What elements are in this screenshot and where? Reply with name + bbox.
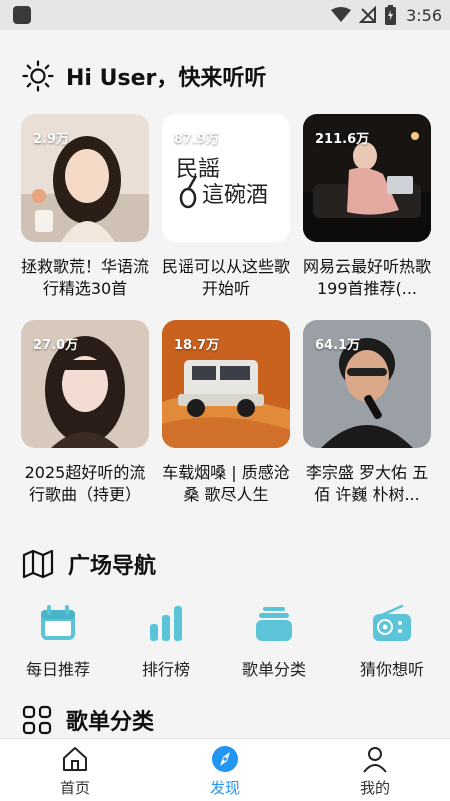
status-icons: 3:56 xyxy=(331,0,442,30)
tab-label: 首页 xyxy=(59,779,90,797)
category-header: 歌单分类 xyxy=(22,704,154,736)
tab-mine[interactable]: 我的 xyxy=(320,745,430,798)
playlist-title: 李宗盛 罗大佑 五佰 许巍 朴树... xyxy=(305,463,429,504)
home-icon xyxy=(63,747,87,771)
playlist-card[interactable]: 民謡 這碗酒 87.9万 民谣可以从这些歌开始听 xyxy=(162,114,290,300)
playlist-cover: 民謡 這碗酒 87.9万 xyxy=(162,114,290,242)
playlist-cover: 2.9万 xyxy=(21,114,149,242)
playlist-card[interactable]: 2.9万 拯救歌荒！华语流行精选30首 xyxy=(21,114,149,300)
calendar-icon xyxy=(41,605,75,640)
radio-icon xyxy=(373,604,411,641)
nav-label: 每日推荐 xyxy=(25,660,90,679)
playlist-title: 2025超好听的流行歌曲（持更） xyxy=(24,463,146,504)
playlist-card[interactable]: 211.6万 网易云最好听热歌199首推荐(... xyxy=(303,114,431,300)
playlist-card[interactable]: 18.7万 车载烟嗓 | 质感沧桑 歌尽人生 xyxy=(162,320,290,506)
tab-label: 我的 xyxy=(359,779,390,797)
playlist-card[interactable]: 64.1万 李宗盛 罗大佑 五佰 许巍 朴树... xyxy=(303,320,431,506)
playlist-cover: 18.7万 xyxy=(162,320,290,448)
tab-label: 发现 xyxy=(209,779,240,797)
bottom-tab-bar: 首页 发现 我的 xyxy=(0,738,450,801)
user-icon xyxy=(363,747,387,773)
square-nav: 每日推荐 排行榜 歌单分类 猜你想听 xyxy=(0,604,450,684)
svg-text:民謡: 民謡 xyxy=(176,157,220,182)
nav-label: 歌单分类 xyxy=(241,660,306,679)
playlist-cover: 64.1万 xyxy=(303,320,431,448)
map-icon xyxy=(22,549,54,579)
play-count: 27.0万 xyxy=(33,338,79,353)
app-notification-icon xyxy=(13,6,31,24)
tab-discover[interactable]: 发现 xyxy=(170,745,280,798)
sun-icon xyxy=(22,60,54,92)
play-count: 211.6万 xyxy=(315,132,370,147)
nav-playlist-category[interactable]: 歌单分类 xyxy=(219,604,329,680)
square-nav-title: 广场导航 xyxy=(68,554,157,579)
stack-icon xyxy=(256,607,292,641)
playlist-title: 网易云最好听热歌199首推荐(... xyxy=(303,257,431,298)
play-count: 64.1万 xyxy=(315,338,361,353)
tab-home[interactable]: 首页 xyxy=(20,745,130,798)
play-count: 2.9万 xyxy=(33,132,70,147)
playlist-title: 车载烟嗓 | 质感沧桑 歌尽人生 xyxy=(162,463,290,504)
playlist-cover: 211.6万 xyxy=(303,114,431,242)
svg-text:這碗酒: 這碗酒 xyxy=(202,183,268,208)
greeting-text: Hi User，快来听听 xyxy=(66,66,267,91)
playlist-cover: 27.0万 xyxy=(21,320,149,448)
playlist-title: 拯救歌荒！华语流行精选30首 xyxy=(21,257,149,298)
playlist-card[interactable]: 27.0万 2025超好听的流行歌曲（持更） xyxy=(21,320,149,506)
wifi-icon xyxy=(331,7,352,22)
nav-charts[interactable]: 排行榜 xyxy=(111,604,221,680)
nav-label: 排行榜 xyxy=(141,660,190,679)
play-count: 87.9万 xyxy=(174,132,220,147)
playlist-title: 民谣可以从这些歌开始听 xyxy=(162,257,290,298)
status-bar: 3:56 xyxy=(0,0,450,30)
nav-guess-you-like[interactable]: 猜你想听 xyxy=(337,604,447,680)
no-signal-icon xyxy=(359,6,377,23)
battery-icon xyxy=(385,5,397,25)
bar-chart-icon xyxy=(150,606,182,641)
nav-daily-recommend[interactable]: 每日推荐 xyxy=(3,604,113,680)
grid-icon xyxy=(22,705,52,735)
status-time: 3:56 xyxy=(406,5,442,25)
square-nav-header: 广场导航 xyxy=(22,548,156,580)
category-title: 歌单分类 xyxy=(66,710,155,735)
greeting-header: Hi User，快来听听 xyxy=(22,58,266,94)
nav-label: 猜你想听 xyxy=(359,660,424,679)
play-count: 18.7万 xyxy=(174,338,220,353)
compass-icon xyxy=(212,746,238,772)
